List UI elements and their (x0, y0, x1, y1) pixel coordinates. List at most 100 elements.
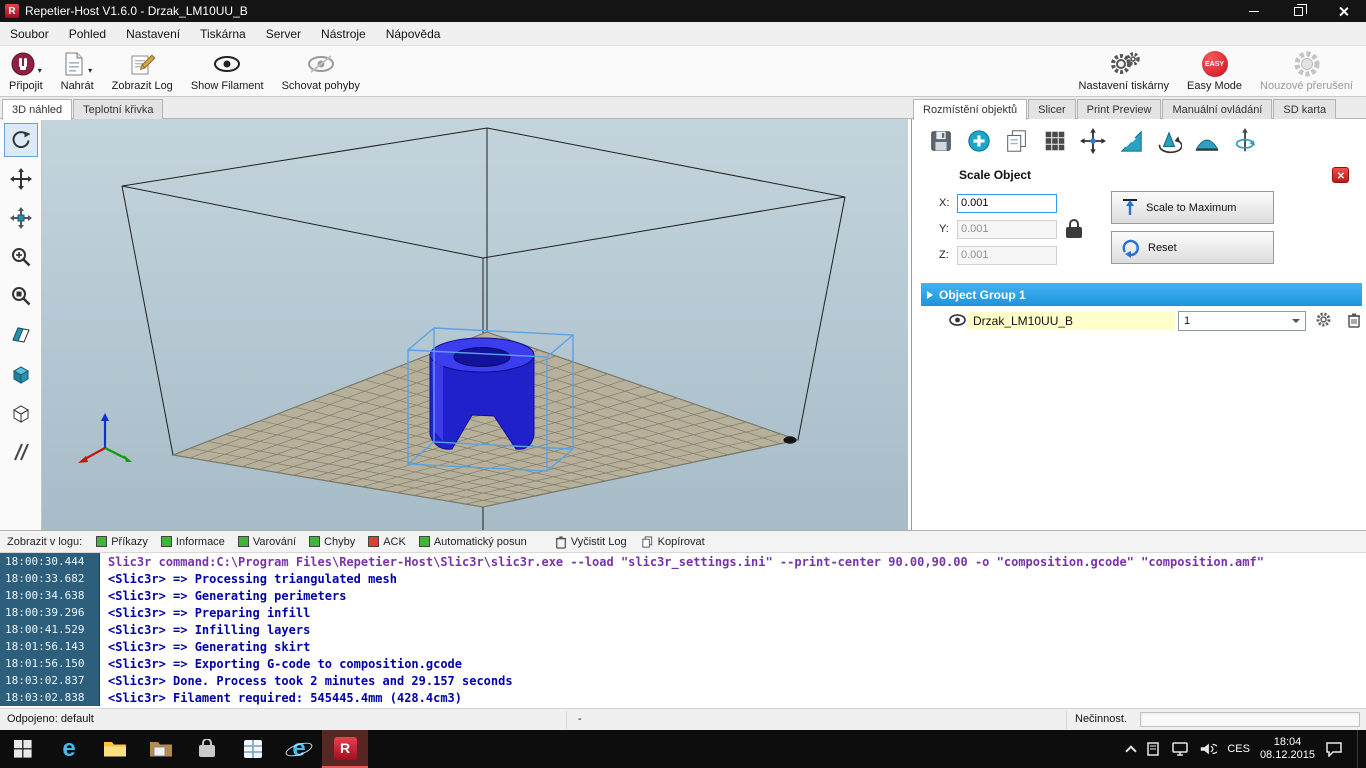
scale-input[interactable] (957, 246, 1057, 265)
show-filament-button[interactable]: Show Filament (182, 46, 273, 96)
copy-log-button[interactable]: Kopírovat (641, 535, 705, 549)
panel-tab[interactable]: Manuální ovládání (1162, 99, 1272, 119)
taskbar-explorer-button[interactable] (92, 730, 138, 768)
3d-viewport[interactable] (42, 119, 908, 530)
taskbar-bag-app-button[interactable] (184, 730, 230, 768)
load-dropdown-icon[interactable]: ▾ (88, 66, 92, 75)
log-filter-toggle[interactable]: Příkazy (96, 536, 148, 548)
lay-flat-button[interactable] (1192, 126, 1222, 156)
scale-panel-title: Scale Object (959, 168, 1031, 182)
log-message: <Slic3r> Done. Process took 2 minutes an… (100, 674, 513, 688)
scale-to-maximum-button[interactable]: Scale to Maximum (1111, 191, 1274, 224)
cross-section-button[interactable] (4, 318, 38, 352)
taskbar-folder-app-button[interactable] (138, 730, 184, 768)
view-tab[interactable]: Teplotní křivka (73, 99, 163, 119)
action-center-icon[interactable] (1325, 741, 1343, 757)
log-row: 18:00:30.444 Slic3r command:C:\Program F… (0, 553, 1366, 570)
close-icon (1338, 6, 1349, 17)
show-edges-button[interactable] (4, 435, 38, 469)
move-view-icon (10, 168, 32, 190)
hidden-icons-chevron[interactable] (1126, 745, 1137, 756)
scale-object-button[interactable] (1116, 126, 1146, 156)
object-name[interactable]: Drzak_LM10UU_B (968, 312, 1175, 330)
move-object-button[interactable] (4, 201, 38, 235)
taskbar-repetier-button[interactable]: R (322, 730, 368, 768)
start-button[interactable] (0, 730, 46, 768)
toggle-log-button[interactable]: Zobrazit Log (103, 46, 182, 96)
menu-item[interactable]: Nastavení (116, 22, 190, 45)
add-object-button[interactable] (964, 126, 994, 156)
front-view-button[interactable] (4, 357, 38, 391)
taskbar-edge-button[interactable]: e (46, 730, 92, 768)
volume-icon[interactable] (1199, 741, 1217, 757)
menu-item[interactable]: Tiskárna (190, 22, 256, 45)
object-count-dropdown[interactable]: 1 (1178, 311, 1306, 331)
log-timestamp: 18:00:33.682 (0, 570, 100, 587)
log-filter-toggle[interactable]: Varování (238, 536, 296, 548)
connect-button[interactable]: ▾ Připojit (0, 46, 52, 96)
scale-input[interactable] (957, 194, 1057, 213)
object-delete-icon[interactable] (1347, 312, 1361, 331)
clear-log-button[interactable]: Vyčistit Log (555, 535, 627, 549)
zoom-in-button[interactable] (4, 240, 38, 274)
panel-tab[interactable]: SD karta (1273, 99, 1336, 119)
printer-settings-button[interactable]: Nastavení tiskárny (1070, 46, 1178, 96)
object-row[interactable]: Drzak_LM10UU_B 1 (921, 310, 1362, 332)
perspective-view-button[interactable] (4, 396, 38, 430)
scale-reset-button[interactable]: Reset (1111, 231, 1274, 264)
log-output[interactable]: 18:00:30.444 Slic3r command:C:\Program F… (0, 553, 1366, 706)
rotate-to-face-button[interactable] (1230, 126, 1260, 156)
scale-axis-label: Z: (939, 249, 951, 261)
clock[interactable]: 18:04 08.12.2015 (1260, 736, 1315, 762)
log-message: <Slic3r> => Generating skirt (100, 640, 310, 654)
show-desktop-button[interactable] (1357, 730, 1362, 768)
rotate-view-button[interactable] (4, 123, 38, 157)
log-message: <Slic3r> => Processing triangulated mesh (100, 572, 397, 586)
restore-button[interactable] (1276, 0, 1321, 22)
restore-icon (1294, 7, 1303, 16)
connect-dropdown-icon[interactable]: ▾ (38, 66, 42, 75)
scale-panel-close-button[interactable] (1332, 167, 1349, 183)
panel-tab[interactable]: Slicer (1028, 99, 1076, 119)
panel-tab[interactable]: Rozmístění objektů (913, 99, 1027, 120)
grid-app-icon (242, 738, 264, 760)
minimize-button[interactable] (1231, 0, 1276, 22)
log-timestamp: 18:00:39.296 (0, 604, 100, 621)
object-visibility-icon[interactable] (949, 314, 966, 329)
menu-item[interactable]: Pohled (59, 22, 116, 45)
scale-input[interactable] (957, 220, 1057, 239)
dropdown-chevron-icon[interactable] (1288, 313, 1304, 329)
language-indicator[interactable]: CES (1227, 743, 1250, 755)
panel-tab[interactable]: Print Preview (1077, 99, 1162, 119)
load-button[interactable]: ▾ Nahrát (52, 46, 103, 96)
menu-item[interactable]: Server (256, 22, 311, 45)
copy-object-button[interactable] (1002, 126, 1032, 156)
autoposition-button[interactable] (1040, 126, 1070, 156)
menu-item[interactable]: Soubor (0, 22, 59, 45)
log-filter-toggle[interactable]: ACK (368, 536, 406, 548)
network-icon[interactable] (1171, 741, 1189, 757)
printer-settings-label: Nastavení tiskárny (1079, 80, 1169, 92)
object-settings-icon[interactable] (1315, 311, 1332, 331)
tray-app-icon[interactable] (1145, 741, 1161, 757)
zoom-fit-button[interactable] (4, 279, 38, 313)
menu-item[interactable]: Nástroje (311, 22, 376, 45)
save-button[interactable] (926, 126, 956, 156)
center-object-button[interactable] (1078, 126, 1108, 156)
rotate-object-button[interactable] (1154, 126, 1184, 156)
close-button[interactable] (1321, 0, 1366, 22)
log-filter-toggle[interactable]: Informace (161, 536, 225, 548)
menu-item[interactable]: Nápověda (376, 22, 451, 45)
log-filter-toggle[interactable]: Chyby (309, 536, 355, 548)
main-toolbar: ▾ Připojit ▾ Nahrát Zobrazit Log Show Fi… (0, 46, 1366, 97)
log-filter-toggle[interactable]: Automatický posun (419, 536, 527, 548)
taskbar-ie-button[interactable]: e (276, 730, 322, 768)
view-tab[interactable]: 3D náhled (2, 99, 72, 120)
easy-mode-button[interactable]: EASY Easy Mode (1178, 46, 1251, 96)
scale-lock-icon[interactable] (1066, 219, 1082, 239)
log-message: Slic3r command:C:\Program Files\Repetier… (100, 555, 1264, 569)
move-view-button[interactable] (4, 162, 38, 196)
hide-travel-button[interactable]: Schovat pohyby (273, 46, 369, 96)
object-group-header[interactable]: Object Group 1 (921, 283, 1362, 306)
taskbar-grid-app-button[interactable] (230, 730, 276, 768)
